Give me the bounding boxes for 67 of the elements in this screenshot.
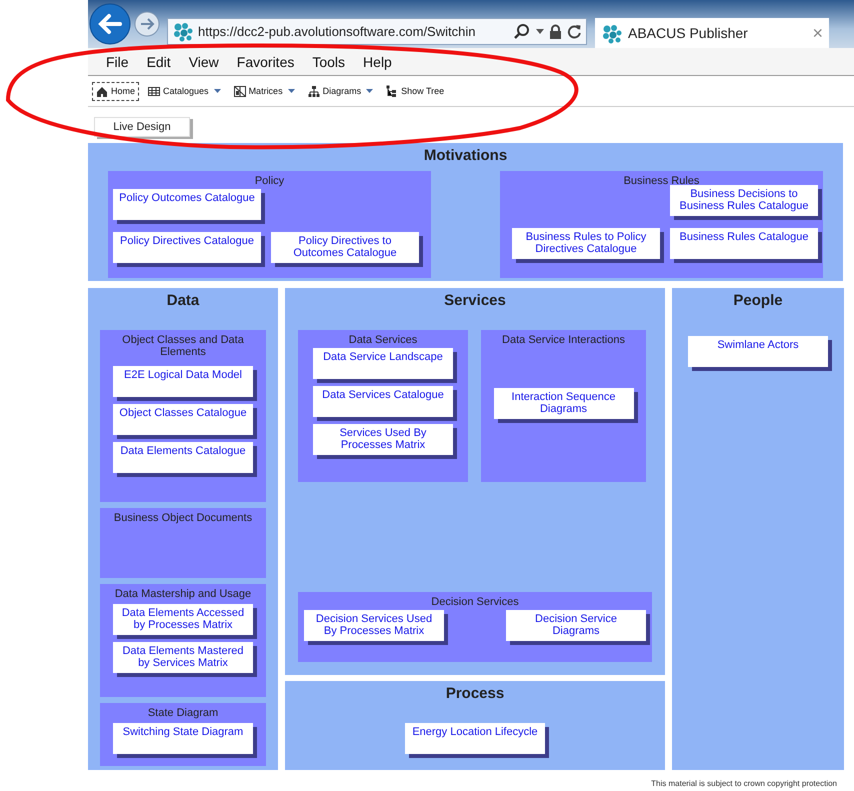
section-title: Process	[444, 684, 506, 704]
view-link-button[interactable]: Policy Directives to Outcomes Catalogue	[271, 232, 419, 263]
url-text: https://dcc2-pub.avolutionsoftware.com/Switchin	[198, 24, 476, 39]
group-title: Decision Services	[430, 595, 520, 610]
grid-icon	[148, 84, 160, 98]
group-title: Data Service Interactions	[501, 333, 626, 348]
view-link-button[interactable]: Data Elements Mastered by Services Matrix	[113, 642, 253, 673]
view-link-button[interactable]: Data Elements Catalogue	[113, 442, 253, 473]
view-link-button[interactable]: Energy Location Lifecycle	[405, 723, 545, 754]
tab-title: ABACUS Publisher	[628, 25, 749, 41]
site-icon	[172, 21, 193, 42]
view-link-button[interactable]: Policy Directives Catalogue	[113, 232, 261, 263]
tree-icon	[386, 84, 398, 98]
copyright-notice: This material is subject to crown copyright protection	[651, 779, 837, 788]
browser-tab[interactable]: ABACUS Publisher ×	[595, 18, 829, 48]
site-icon	[601, 22, 622, 44]
back-icon[interactable]	[89, 3, 131, 45]
search-icon[interactable]	[513, 22, 531, 40]
group-title: Data Services	[348, 333, 418, 348]
caret-icon	[288, 89, 295, 93]
menu-item[interactable]: Tools	[312, 54, 346, 70]
caret-icon	[214, 89, 221, 93]
view-link-button[interactable]: Decision Services Used By Processes Matrix	[304, 610, 444, 641]
view-link-button[interactable]: Switching State Diagram	[113, 723, 253, 754]
view-link-button[interactable]: Data Elements Accessed by Processes Matrix	[113, 604, 253, 635]
forward-icon[interactable]	[134, 11, 160, 37]
group-title: Data Mastership and Usage	[114, 587, 252, 602]
view-link-button[interactable]: Data Services Catalogue	[313, 386, 453, 417]
home-icon	[96, 84, 108, 98]
menu-item[interactable]: Favorites	[236, 54, 294, 70]
toolbar-button[interactable]: Catalogues	[144, 82, 225, 100]
view-link-button[interactable]: Object Classes Catalogue	[113, 404, 253, 435]
view-link-button[interactable]: Interaction Sequence Diagrams	[494, 388, 634, 419]
group-title: Policy	[254, 174, 286, 189]
menu-item[interactable]: View	[188, 54, 219, 70]
group-title: Object Classes and Data Elements	[121, 333, 245, 360]
address-bar[interactable]: https://dcc2-pub.avolutionsoftware.com/Switchin	[167, 18, 587, 45]
section-title: Motivations	[422, 146, 508, 166]
section-title: People	[732, 291, 784, 311]
hierarchy-icon	[308, 84, 320, 98]
caret-icon	[366, 89, 374, 93]
caret-icon[interactable]	[536, 29, 544, 34]
toolbar-button[interactable]: Matrices	[230, 82, 299, 100]
view-link-button[interactable]: E2E Logical Data Model	[113, 366, 253, 397]
section-title: Services	[443, 291, 507, 311]
view-link-button[interactable]: Policy Outcomes Catalogue	[113, 189, 261, 220]
menu-item[interactable]: Edit	[146, 54, 171, 70]
group-title: Business Object Documents	[112, 511, 254, 526]
view-link-button[interactable]: Business Decisions to Business Rules Catalogue	[670, 185, 818, 216]
close-button[interactable]: ×	[812, 22, 823, 44]
toolbar-button[interactable]: Home	[92, 82, 140, 100]
view-link-button[interactable]: Swimlane Actors	[688, 336, 828, 367]
menu-item[interactable]: File	[106, 54, 129, 70]
view-link-button[interactable]: Business Rules Catalogue	[670, 228, 818, 259]
toolbar-button[interactable]: Diagrams	[304, 82, 378, 100]
view-link-button[interactable]: Business Rules to Policy Directives Catalogue	[512, 228, 660, 259]
toolbar-button[interactable]: Show Tree	[382, 82, 448, 100]
view-link-button[interactable]: Data Service Landscape	[313, 348, 453, 379]
matrix-icon	[234, 84, 246, 98]
live-design-button[interactable]: Live Design	[94, 117, 190, 137]
group-title: State Diagram	[146, 706, 220, 721]
menu-item[interactable]: Help	[363, 54, 392, 70]
view-link-button[interactable]: Services Used By Processes Matrix	[313, 424, 453, 455]
refresh-icon[interactable]	[567, 24, 582, 39]
view-link-button[interactable]: Decision Service Diagrams	[506, 610, 646, 641]
lock-icon	[549, 24, 562, 40]
section-title: Data	[166, 291, 200, 311]
